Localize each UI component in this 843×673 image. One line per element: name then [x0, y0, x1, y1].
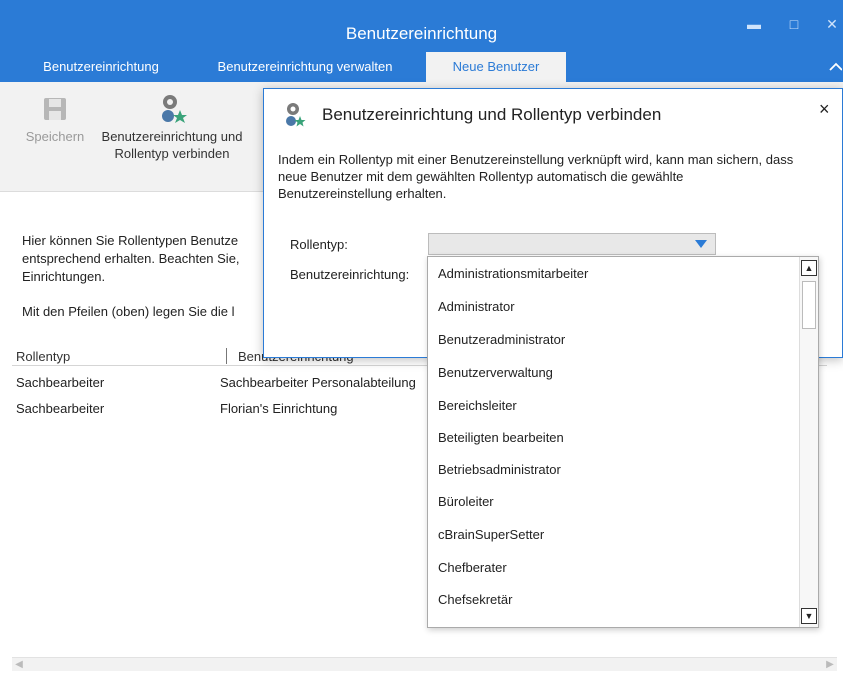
description-text-2: Mit den Pfeilen (oben) legen Sie die l	[22, 304, 235, 319]
benutzereinrichtung-label: Benutzereinrichtung:	[290, 267, 410, 282]
scroll-up-icon[interactable]: ▲	[801, 260, 817, 276]
dropdown-option[interactable]: cBrainSuperSetter	[428, 519, 798, 551]
close-icon[interactable]: ×	[819, 99, 830, 120]
dialog-text-line: Indem ein Rollentyp mit einer Benutzerei…	[278, 152, 794, 167]
tab-benutzereinrichtung[interactable]: Benutzereinrichtung	[22, 52, 180, 82]
tab-neue-benutzer[interactable]: Neue Benutzer	[426, 52, 566, 82]
scrollbar-thumb[interactable]	[802, 281, 816, 329]
gear-user-icon	[286, 103, 306, 127]
cell-benutzereinrichtung: Florian's Einrichtung	[220, 401, 338, 416]
dropdown-option[interactable]: Benutzeradministrator	[428, 324, 798, 356]
title-bar: Benutzereinrichtung ▬ □ ✕	[0, 0, 843, 52]
maximize-icon[interactable]: □	[784, 16, 804, 32]
rollentyp-select[interactable]	[428, 233, 716, 255]
dropdown-option[interactable]: Chefsekretär	[428, 584, 798, 616]
scroll-down-icon[interactable]: ▼	[801, 608, 817, 624]
dropdown-option[interactable]: Chefberater	[428, 552, 798, 584]
cell-rollentyp: Sachbearbeiter	[16, 375, 105, 390]
dialog-text-line: neue Benutzer mit dem gewählten Rollenty…	[278, 169, 684, 184]
horizontal-scrollbar[interactable]: ◀ ▶	[12, 657, 837, 671]
rollentyp-label: Rollentyp:	[290, 237, 348, 252]
save-button[interactable]: Speichern	[20, 92, 90, 145]
connect-label-line2: Rollentyp verbinden	[114, 146, 230, 161]
dropdown-option[interactable]: Administrator	[428, 291, 798, 323]
dropdown-option[interactable]: Beteiligten bearbeiten	[428, 422, 798, 454]
close-window-icon[interactable]: ✕	[822, 16, 842, 33]
dropdown-option[interactable]: Büroleiter	[428, 486, 798, 518]
rollentyp-dropdown-list[interactable]: Administrationsmitarbeiter Administrator…	[427, 256, 819, 628]
dialog-title: Benutzereinrichtung und Rollentyp verbin…	[322, 105, 662, 124]
dropdown-option[interactable]: Betriebsadministrator	[428, 454, 798, 486]
gear-user-icon	[162, 95, 187, 123]
chevron-down-icon	[695, 240, 707, 248]
tab-bar: Benutzereinrichtung Benutzereinrichtung …	[0, 52, 843, 82]
save-label: Speichern	[25, 129, 85, 144]
dialog-text-line: Benutzereinstellung erhalten.	[278, 186, 447, 201]
dropdown-scrollbar[interactable]: ▲ ▼	[799, 257, 818, 627]
connect-label-line1: Benutzereinrichtung und	[101, 129, 243, 144]
scroll-right-icon[interactable]: ▶	[823, 658, 837, 672]
scroll-left-icon[interactable]: ◀	[12, 658, 26, 672]
dropdown-option[interactable]: Benutzerverwaltung	[428, 357, 798, 389]
window-title: Benutzereinrichtung	[345, 24, 498, 43]
cell-rollentyp: Sachbearbeiter	[16, 401, 105, 416]
connect-button[interactable]: Benutzereinrichtung und Rollentyp verbin…	[92, 92, 252, 162]
dropdown-option[interactable]: Administrationsmitarbeiter	[428, 258, 798, 290]
dialog-description: Indem ein Rollentyp mit einer Benutzerei…	[278, 151, 838, 202]
column-header-rollentyp[interactable]: Rollentyp	[16, 349, 70, 364]
collapse-icon[interactable]	[828, 60, 842, 74]
tab-benutzereinrichtung-verwalten[interactable]: Benutzereinrichtung verwalten	[200, 52, 410, 82]
floppy-disk-icon	[44, 98, 66, 120]
dropdown-option[interactable]: Bereichsleiter	[428, 390, 798, 422]
cell-benutzereinrichtung: Sachbearbeiter Personalabteilung	[220, 375, 416, 390]
column-separator	[226, 348, 227, 364]
minimize-icon[interactable]: ▬	[744, 16, 764, 32]
